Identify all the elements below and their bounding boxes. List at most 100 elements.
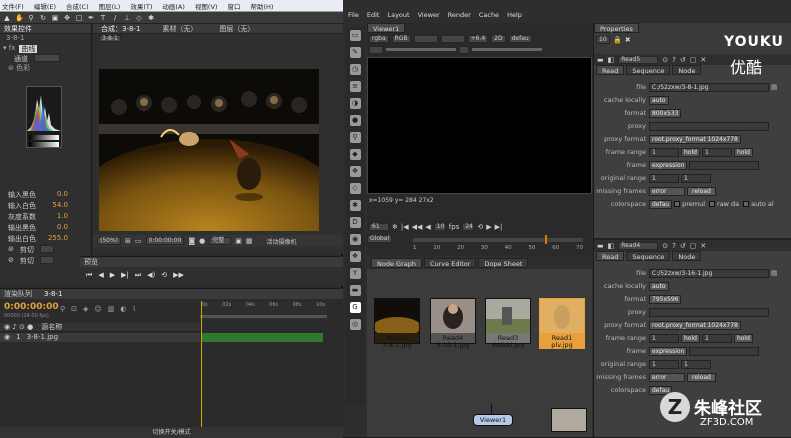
fstop-field[interactable]: [369, 45, 383, 54]
auto-alpha-checkbox[interactable]: [743, 201, 750, 207]
grid-icon[interactable]: ⊞: [125, 237, 131, 245]
layer-duration-bar[interactable]: [201, 333, 323, 342]
furnace-nodes-icon[interactable]: Y: [349, 268, 361, 279]
nuke-menu-layout[interactable]: Layout: [387, 11, 409, 19]
dope-sheet-tab[interactable]: Dope Sheet: [478, 258, 529, 268]
comp-timecode[interactable]: 0:00:00:00: [145, 237, 185, 245]
first-frame-field[interactable]: 1: [649, 333, 679, 343]
last-frame-field[interactable]: 1: [701, 147, 732, 157]
preview-tab[interactable]: 预览: [80, 257, 343, 267]
nuke-menu-cache[interactable]: Cache: [479, 11, 499, 19]
read-tab[interactable]: Read: [596, 251, 625, 261]
layer-source-name[interactable]: 3-8-1.jpg: [27, 333, 58, 342]
deep-nodes-icon[interactable]: D: [349, 217, 361, 228]
input-gradient-bar[interactable]: [29, 135, 59, 140]
fps-field[interactable]: 24: [462, 223, 475, 231]
orig-last-field[interactable]: 1: [681, 173, 711, 183]
proxy-dropdown[interactable]: defau: [508, 34, 532, 43]
ae-menu-effect[interactable]: 效果(T): [130, 1, 152, 11]
center-icon[interactable]: ⊙: [662, 242, 668, 250]
help-icon[interactable]: ?: [672, 56, 676, 64]
comp-zoom-dropdown[interactable]: (50%): [97, 237, 122, 245]
gamma-field[interactable]: [459, 45, 469, 54]
collapse-icon[interactable]: ▬: [597, 242, 604, 250]
gain-field[interactable]: +6.4: [467, 34, 489, 43]
stopwatch-icon[interactable]: ⊘: [8, 256, 14, 267]
last-frame-icon[interactable]: ⏭: [135, 271, 141, 280]
toggle-icon[interactable]: ◧: [608, 56, 615, 64]
color-nodes-icon[interactable]: ◑: [349, 98, 361, 109]
fx-channel-dropdown[interactable]: [34, 54, 60, 62]
after-dropdown[interactable]: hold: [733, 333, 753, 343]
collapse-icon[interactable]: ▬: [597, 56, 604, 64]
revert-icon[interactable]: ↺: [680, 242, 686, 250]
fx-param-value[interactable]: 0.0: [57, 223, 68, 234]
draw-nodes-icon[interactable]: ✎: [349, 47, 361, 58]
viewer1-node[interactable]: Viewer1: [473, 414, 513, 426]
timeline-slider[interactable]: Global 1 10 20 30 40 50 60 70: [367, 235, 592, 255]
premul-checkbox[interactable]: [674, 201, 681, 207]
last-frame-btn-icon[interactable]: ▶|: [495, 223, 503, 231]
shy-icon[interactable]: ☺: [94, 305, 101, 313]
timeline-layer-row[interactable]: ◉ 1 3-8-1.jpg: [0, 333, 200, 342]
toggle-icon[interactable]: ◧: [608, 242, 615, 250]
snowflake-icon[interactable]: ❄: [392, 223, 398, 231]
node-tab[interactable]: Node: [672, 251, 702, 261]
colorspace-dropdown[interactable]: defau: [649, 199, 673, 209]
node-graph-tab[interactable]: Node Graph: [371, 258, 422, 268]
global-range-dropdown[interactable]: Global: [367, 235, 393, 243]
nuke-menu-edit[interactable]: Edit: [367, 11, 380, 19]
missing-frames-dropdown[interactable]: error: [649, 186, 685, 196]
first-frame-icon[interactable]: ⏮: [86, 271, 92, 280]
float-icon[interactable]: ▢: [690, 56, 697, 64]
loop-mode-icon[interactable]: ⟲: [477, 223, 483, 231]
hand-tool-icon[interactable]: ✋: [15, 14, 24, 22]
frame-blend-icon[interactable]: ▥: [108, 305, 115, 313]
prev-key-icon[interactable]: ◀◀: [412, 223, 423, 231]
region-icon[interactable]: ▭: [135, 237, 142, 245]
frame-expression-field[interactable]: [689, 346, 760, 356]
ae-menu-file[interactable]: 文件(F): [2, 1, 24, 11]
properties-tab[interactable]: Properties: [594, 23, 639, 33]
curve-editor-tab[interactable]: Curve Editor: [423, 258, 477, 268]
cache-dropdown[interactable]: auto: [649, 281, 669, 291]
close-icon[interactable]: ✕: [700, 56, 706, 64]
before-dropdown[interactable]: hold: [681, 333, 700, 343]
frame-slider-handle[interactable]: [545, 235, 547, 244]
source-name-header[interactable]: 源名称: [41, 323, 62, 331]
play-back-icon[interactable]: ◀: [425, 223, 430, 231]
proxy-format-dropdown[interactable]: root.proxy_format 1024x778: [649, 134, 741, 144]
nuke-menu-viewer[interactable]: Viewer: [418, 11, 440, 19]
fx-param-value[interactable]: 54.0: [52, 201, 68, 212]
search-icon[interactable]: ⚲: [60, 305, 65, 313]
help-icon[interactable]: ?: [672, 242, 676, 250]
max-panels-field[interactable]: 10: [596, 35, 610, 44]
views-nodes-icon[interactable]: ✱: [349, 200, 361, 211]
folder-icon[interactable]: ▤: [771, 269, 777, 277]
frame-mode-dropdown[interactable]: expression: [649, 160, 688, 170]
transparency-icon[interactable]: ▦: [246, 237, 253, 245]
pan-tool-icon[interactable]: ✥: [63, 14, 71, 22]
eraser-tool-icon[interactable]: ◇: [135, 14, 143, 22]
pen-tool-icon[interactable]: ✒: [87, 14, 95, 22]
active-camera-label[interactable]: 活动摄像机: [266, 237, 296, 246]
camera-snapshot-icon[interactable]: ◙: [188, 237, 195, 245]
ae-menu-comp[interactable]: 合成(C): [66, 1, 89, 11]
channel-nodes-icon[interactable]: ≡: [349, 81, 361, 92]
ae-menu-view[interactable]: 视图(V): [195, 1, 218, 11]
camera-tool-icon[interactable]: ▣: [51, 14, 59, 22]
stopwatch-icon[interactable]: ⊘: [8, 245, 14, 256]
puppet-tool-icon[interactable]: ✱: [147, 14, 155, 22]
gamma-slider[interactable]: [472, 48, 542, 51]
nuke-menu-render[interactable]: Render: [448, 11, 471, 19]
roi-icon[interactable]: ▣: [235, 237, 242, 245]
ram-preview-icon[interactable]: ▶▶: [173, 271, 184, 279]
timeline-comp-tab[interactable]: 3-8-1: [44, 289, 62, 299]
brush-tool-icon[interactable]: /: [111, 14, 119, 22]
mask-tool-icon[interactable]: □: [75, 14, 83, 22]
play-forward-icon[interactable]: ▶: [486, 223, 491, 231]
proxy-path-field[interactable]: [649, 307, 769, 317]
comp-resolution-dropdown[interactable]: 完整: [209, 237, 232, 245]
read-tab[interactable]: Read: [596, 65, 625, 75]
nuke-logo-icon[interactable]: ◎: [349, 319, 361, 330]
